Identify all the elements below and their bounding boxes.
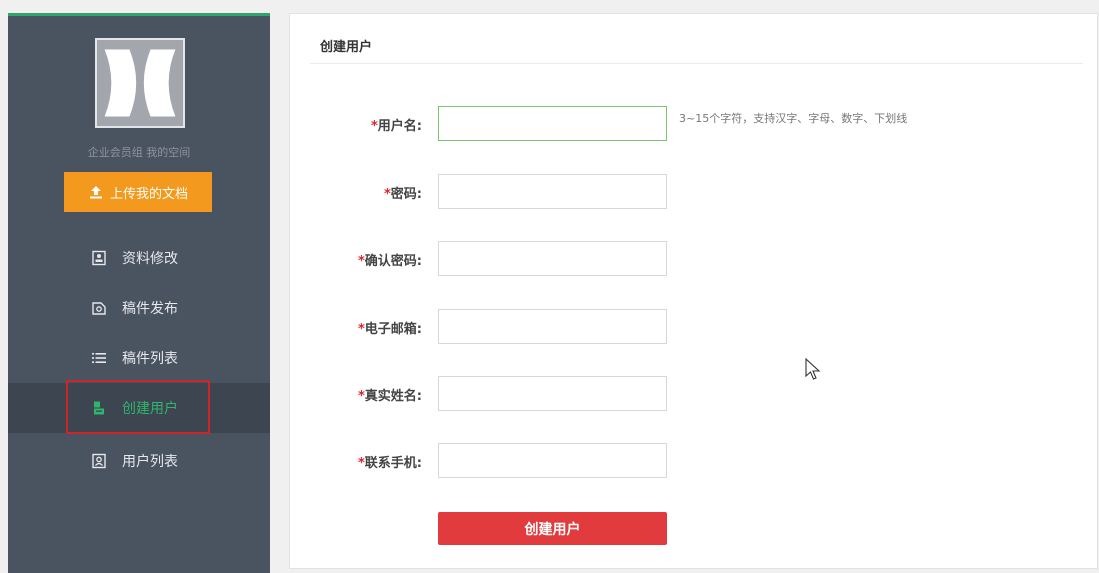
upload-icon <box>88 184 104 200</box>
member-group-text: 企业会员组 我的空间 <box>87 146 191 159</box>
mouse-pointer-icon <box>805 357 821 386</box>
email-label: *电子邮箱: <box>357 322 422 337</box>
sidebar-item-publish[interactable]: 稿件发布 <box>8 283 270 333</box>
create-user-button[interactable]: 创建用户 <box>438 512 667 545</box>
sidebar-item-label: 用户列表 <box>122 454 178 470</box>
create-user-icon <box>90 399 108 417</box>
sidebar-item-profile-edit[interactable]: 资料修改 <box>8 233 270 283</box>
password-input[interactable] <box>438 174 667 209</box>
sidebar-item-label: 资料修改 <box>122 251 178 267</box>
password-label: *密码: <box>383 187 422 202</box>
upload-document-button[interactable]: 上传我的文档 <box>64 172 212 212</box>
real-name-input[interactable] <box>438 376 667 411</box>
main-panel: 创建用户 *用户名: 3~15个字符，支持汉字、字母、数字、下划线 *密码: *… <box>289 13 1098 569</box>
sidebar-item-create-user[interactable]: 创建用户 <box>8 383 270 433</box>
confirm-password-input[interactable] <box>438 241 667 276</box>
username-hint: 3~15个字符，支持汉字、字母、数字、下划线 <box>679 112 908 125</box>
sidebar-item-label: 稿件发布 <box>122 301 178 317</box>
form-row-phone: *联系手机: <box>290 443 1090 479</box>
sidebar: 企业会员组 我的空间 上传我的文档 资料修改 稿件发布 稿件列表 创建用户 用户… <box>8 13 270 573</box>
publish-icon <box>90 299 108 317</box>
form-row-username: *用户名: 3~15个字符，支持汉字、字母、数字、下划线 <box>290 106 1090 142</box>
form-row-password: *密码: <box>290 174 1090 210</box>
logo-mark-icon <box>104 49 176 117</box>
form-row-email: *电子邮箱: <box>290 309 1090 345</box>
user-list-icon <box>90 452 108 470</box>
sidebar-item-user-list[interactable]: 用户列表 <box>8 436 270 486</box>
sidebar-item-label: 稿件列表 <box>122 351 178 367</box>
username-label: *用户名: <box>370 119 422 134</box>
logo <box>95 38 185 128</box>
upload-document-label: 上传我的文档 <box>109 186 188 202</box>
username-input[interactable] <box>438 106 667 141</box>
sidebar-item-list[interactable]: 稿件列表 <box>8 333 270 383</box>
list-icon <box>90 349 108 367</box>
sidebar-top-accent <box>8 13 270 16</box>
email-input[interactable] <box>438 309 667 344</box>
title-divider <box>310 63 1083 64</box>
profile-edit-icon <box>90 249 108 267</box>
real-name-label: *真实姓名: <box>357 389 422 404</box>
phone-label: *联系手机: <box>357 456 422 471</box>
sidebar-item-label: 创建用户 <box>122 401 178 417</box>
page-title: 创建用户 <box>320 40 373 55</box>
confirm-password-label: *确认密码: <box>357 254 422 269</box>
phone-input[interactable] <box>438 443 667 478</box>
form-row-confirm-password: *确认密码: <box>290 241 1090 277</box>
form-row-real-name: *真实姓名: <box>290 376 1090 412</box>
